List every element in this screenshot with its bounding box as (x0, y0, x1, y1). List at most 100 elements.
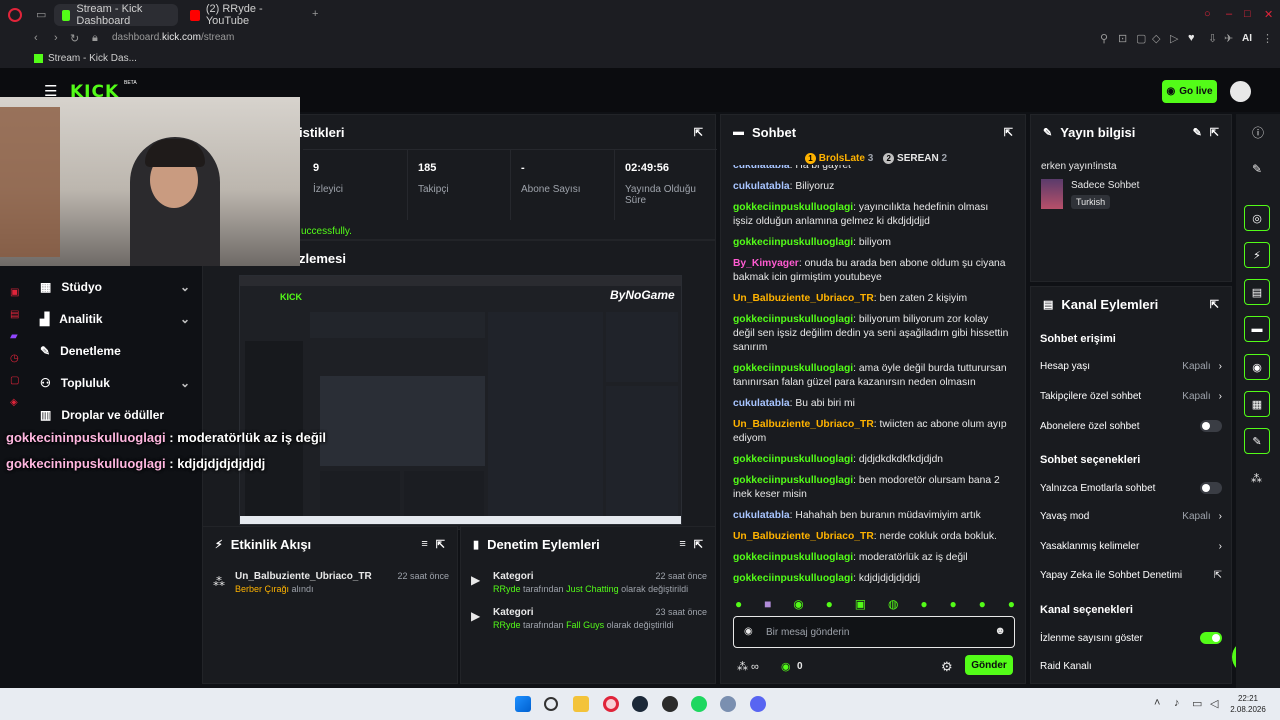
rail-users-icon[interactable]: ⁂ (1251, 472, 1262, 485)
tray-chevron-icon[interactable]: ˄ (1154, 697, 1160, 709)
chat-input[interactable]: ◉ Bir mesaj gönderin ☻ (733, 616, 1015, 648)
sidebar-item-analytics[interactable]: ▟ Analitik ⌄ (40, 312, 190, 326)
chat-username[interactable]: Un_Balbuziente_Ubriaco_TR (733, 419, 874, 430)
emote-icon[interactable]: ◉ (793, 597, 803, 611)
minimize-icon[interactable]: – (1226, 8, 1232, 20)
steam-icon[interactable] (632, 696, 648, 712)
sidebar-item-drops[interactable]: ▥ Droplar ve ödüller (40, 408, 190, 422)
chat-username[interactable]: gokkeciinpuskulluoglagi (733, 314, 853, 325)
tab-icon[interactable]: ▢ (1136, 32, 1146, 45)
chat-username[interactable]: gokkeciinpuskulluoglagi (733, 552, 853, 563)
chat-username[interactable]: Un_Balbuziente_Ubriaco_TR (733, 531, 874, 542)
emote-icon[interactable]: ▣ (855, 597, 866, 611)
chat-username[interactable]: gokkeciinpuskulluoglagi (733, 202, 853, 213)
obs-icon[interactable] (662, 696, 678, 712)
emote-icon[interactable]: ◍ (888, 597, 898, 611)
rail-box-icon[interactable]: ▢ (10, 370, 19, 392)
rail-chat-button[interactable]: ▬ (1244, 316, 1270, 342)
bookmark-kick[interactable]: Stream - Kick Das... (34, 53, 137, 64)
emote-icon[interactable]: ● (949, 597, 956, 611)
sidebar-item-moderation[interactable]: ✎ Denetleme (40, 344, 190, 358)
popout-icon[interactable]: ⇱ (694, 126, 703, 139)
popout-icon[interactable]: ⇱ (1004, 126, 1013, 139)
raid-row[interactable]: Raid Kanalı (1040, 661, 1222, 672)
chat-username[interactable]: cukulatabla (733, 181, 790, 192)
rail-broadcast-button[interactable]: ◉ (1244, 354, 1270, 380)
sidebar-item-community[interactable]: ⚇ Topluluk ⌄ (40, 376, 190, 390)
spotify-icon[interactable] (691, 696, 707, 712)
menu-icon[interactable]: ⋮ (1262, 32, 1273, 45)
users-icon[interactable]: ⁂ ∞ (737, 660, 759, 673)
rail-actions-button[interactable]: ▦ (1244, 391, 1270, 417)
download-icon[interactable]: ⇩ (1208, 32, 1217, 45)
subs-only-toggle[interactable] (1200, 420, 1222, 432)
rail-twitch-icon[interactable]: ▰ (10, 326, 19, 348)
sidebar-item-studio[interactable]: ▦ Stüdyo ⌄ (40, 280, 190, 294)
ai-button[interactable]: AI (1242, 33, 1252, 44)
filter-icon[interactable]: ≡ (421, 538, 427, 550)
new-tab-icon[interactable]: + (312, 8, 318, 20)
chat-username[interactable]: gokkeciinpuskulluoglagi (733, 573, 853, 584)
popout-icon[interactable]: ⇱ (694, 538, 703, 551)
chat-message-list[interactable]: cukulatabla: Ha bi gayret cukulatabla: Bi… (733, 165, 1011, 593)
tray-clock[interactable]: 22:21 2.08.2026 (1226, 693, 1270, 715)
emoji-icon[interactable]: ☻ (994, 625, 1006, 637)
account-age-row[interactable]: Hesap yaşı Kapalı › (1040, 361, 1222, 372)
filter-icon[interactable]: ≡ (679, 538, 685, 550)
rail-wrench-button[interactable]: ✎ (1244, 428, 1270, 454)
tray-mic-icon[interactable]: ♪ (1174, 697, 1180, 709)
emote-icon[interactable]: ● (979, 597, 986, 611)
emote-icon[interactable]: ● (826, 597, 833, 611)
tab-overview-icon[interactable]: ▭ (36, 8, 46, 21)
slow-mode-row[interactable]: Yavaş mod Kapalı › (1040, 511, 1222, 522)
gifter-1[interactable]: 1 BrolsLate 3 (805, 153, 873, 164)
chat-username[interactable]: gokkeciinpuskulluoglagi (733, 454, 853, 465)
followers-only-row[interactable]: Takipçilere özel sohbet Kapalı › (1040, 391, 1222, 402)
rail-shop-icon[interactable]: ▤ (10, 304, 19, 326)
chat-username[interactable]: cukulatabla (733, 510, 790, 521)
rail-home-icon[interactable]: ▣ (10, 282, 19, 304)
opera-logo-icon[interactable] (8, 8, 22, 22)
points-icon[interactable]: ◉ (781, 660, 791, 673)
info-icon[interactable]: ⓘ (1252, 124, 1264, 141)
pin-icon[interactable]: ⚲ (1100, 32, 1108, 45)
back-icon[interactable]: ‹ (34, 32, 38, 44)
play-icon[interactable]: ▷ (1170, 32, 1178, 45)
close-icon[interactable]: ✕ (1264, 8, 1273, 21)
shield-icon[interactable]: ◇ (1152, 32, 1160, 45)
chat-username[interactable]: Un_Balbuziente_Ubriaco_TR (733, 293, 874, 304)
edit-icon[interactable]: ✎ (1252, 162, 1262, 176)
rail-list-button[interactable]: ▤ (1244, 279, 1270, 305)
edit-icon[interactable]: ✎ (1193, 126, 1202, 139)
gear-icon[interactable]: ⚙︎ (941, 659, 953, 675)
tab-youtube[interactable]: (2) RRyde - YouTube (182, 3, 306, 27)
chat-username[interactable]: By_Kimyager (733, 258, 799, 269)
rail-clock-icon[interactable]: ◷ (10, 348, 19, 370)
chat-username[interactable]: gokkeciinpuskulluoglagi (733, 237, 853, 248)
url-field[interactable]: dashboard.kick.com/stream (112, 32, 234, 43)
file-explorer-icon[interactable] (573, 696, 589, 712)
chat-username[interactable]: cukulatabla (733, 165, 790, 171)
gifter-2[interactable]: 2 SEREAN 2 (883, 153, 947, 164)
emote-icon[interactable]: ● (1008, 597, 1015, 611)
chat-username[interactable]: gokkeciinpuskulluoglagi (733, 475, 853, 486)
rail-cube-icon[interactable]: ◈ (10, 392, 19, 414)
reload-icon[interactable]: ↻ (70, 32, 79, 45)
app-icon[interactable] (720, 696, 736, 712)
windows-start-icon[interactable] (515, 696, 531, 712)
ai-moderation-row[interactable]: Yapay Zeka ile Sohbet Denetimi ⇱ (1040, 570, 1222, 581)
go-live-button[interactable]: ◉ Go live (1162, 80, 1217, 103)
discord-icon[interactable] (750, 696, 766, 712)
rail-camera-button[interactable]: ◎ (1244, 205, 1270, 231)
tray-volume-icon[interactable]: ◁ (1210, 697, 1218, 710)
popout-icon[interactable]: ⇱ (1210, 298, 1219, 311)
chat-username[interactable]: gokkeciinpuskulluoglagi (733, 363, 853, 374)
rail-lightning-button[interactable]: ⚡︎ (1244, 242, 1270, 268)
maximize-icon[interactable]: □ (1244, 8, 1251, 20)
emote-icon[interactable]: ● (920, 597, 927, 611)
avatar[interactable] (1230, 81, 1251, 102)
snapshot-icon[interactable]: ⊡ (1118, 32, 1127, 45)
emote-icon[interactable]: ● (735, 597, 742, 611)
forward-icon[interactable]: › (54, 32, 58, 44)
extensions-icon[interactable]: ✈ (1224, 32, 1233, 45)
